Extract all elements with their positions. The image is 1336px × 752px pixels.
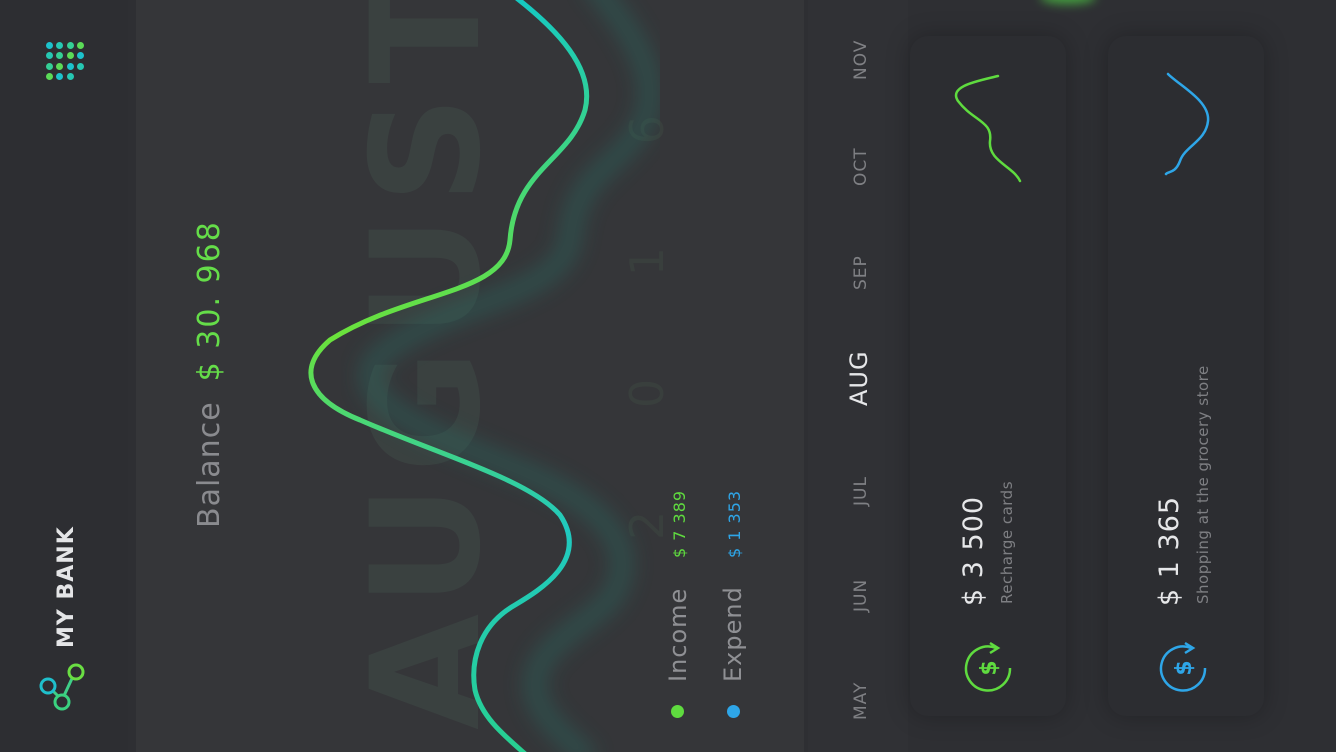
grocery-sparkline	[1164, 72, 1210, 176]
legend-expend-label: Expend	[719, 586, 747, 682]
dollar-refresh-icon: $	[964, 641, 1012, 692]
app-name: MY BANK	[54, 526, 79, 648]
apps-grid-dot	[56, 62, 64, 70]
balance-wave-chart	[308, 0, 660, 752]
income-dot	[671, 705, 684, 718]
apps-grid-dot	[56, 52, 64, 60]
month-nov[interactable]: NOV	[851, 40, 871, 80]
recharge-amount: $ 3 500	[958, 495, 989, 606]
grocery-description: Shopping at the grocery store	[1194, 365, 1212, 604]
grocery-amount: $ 1 365	[1154, 495, 1185, 606]
apps-grid-icon[interactable]	[46, 42, 84, 80]
dollar-refresh-icon: $	[1159, 641, 1207, 692]
apps-grid-dot	[46, 62, 53, 70]
apps-grid-dot	[66, 62, 74, 70]
apps-grid-dot	[46, 42, 53, 49]
apps-grid-dot	[66, 72, 74, 80]
balance-value: $ 30. 968	[192, 220, 227, 382]
balance-summary: Balance $ 30. 968	[192, 220, 227, 528]
month-jun[interactable]: JUN	[851, 579, 871, 612]
legend-expend-value: $ 1 353	[725, 489, 744, 558]
month-oct[interactable]: OCT	[851, 147, 871, 186]
balance-label: Balance	[192, 401, 227, 528]
legend-income-value: $ 7 389	[670, 489, 689, 558]
month-may[interactable]: MAY	[851, 682, 871, 720]
apps-grid-dot	[76, 62, 84, 70]
svg-text:$: $	[1172, 660, 1197, 675]
expend-dot	[727, 705, 740, 718]
apps-grid-dot	[76, 52, 84, 60]
apps-grid-dot	[56, 72, 64, 80]
month-jul[interactable]: JUL	[851, 476, 871, 506]
apps-grid-dot	[66, 42, 74, 49]
apps-grid-dot	[56, 42, 64, 49]
apps-grid-dot	[66, 52, 74, 60]
top-glow	[1040, 0, 1096, 4]
recharge-description: Recharge cards	[998, 480, 1016, 604]
apps-grid-dot	[46, 52, 53, 60]
share-nodes-icon	[39, 663, 85, 711]
recharge-sparkline	[954, 74, 1022, 183]
balance-wave-line	[308, 0, 590, 752]
apps-grid-dot	[76, 42, 84, 49]
legend-income-label: Income	[664, 587, 692, 682]
month-aug[interactable]: AUG	[845, 350, 873, 406]
apps-grid-dot	[46, 72, 53, 80]
svg-text:$: $	[977, 660, 1002, 675]
month-sep[interactable]: SEP	[851, 255, 871, 290]
